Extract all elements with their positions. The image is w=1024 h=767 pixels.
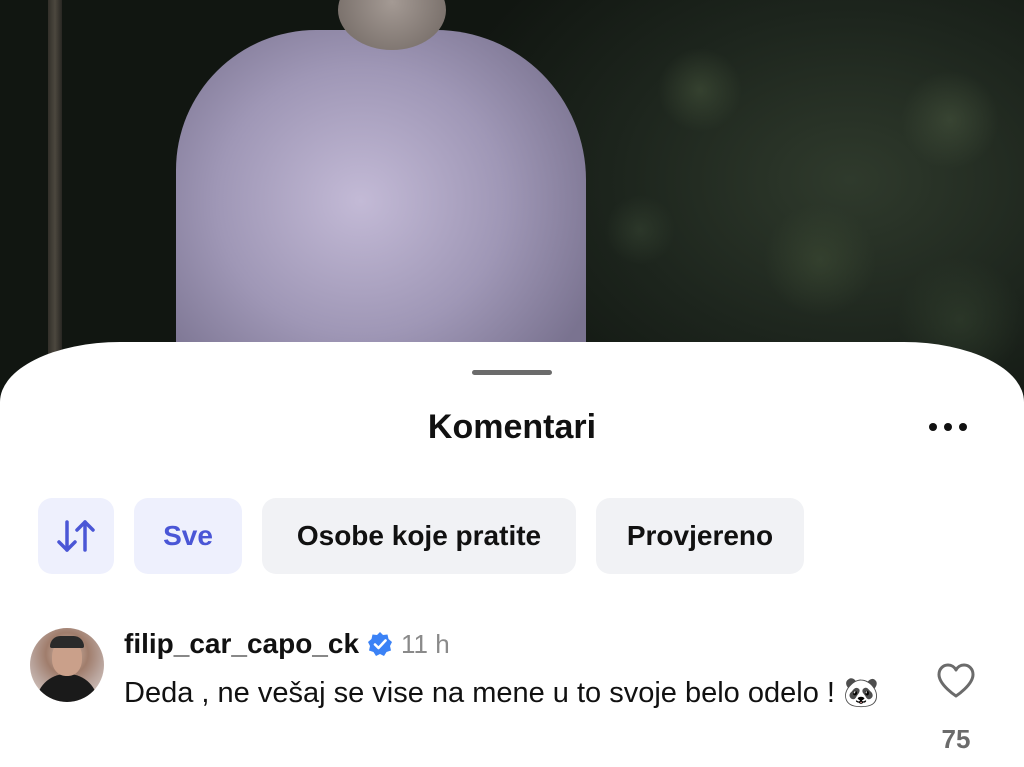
verified-badge-icon xyxy=(368,632,393,656)
comment-filters: Sve Osobe koje pratite Provjereno xyxy=(38,498,804,574)
heart-icon[interactable] xyxy=(936,662,976,700)
filter-following[interactable]: Osobe koje pratite xyxy=(262,498,576,574)
video-background[interactable] xyxy=(0,0,1024,400)
comment-meta: filip_car_capo_ck 11 h xyxy=(124,628,450,660)
comment-timestamp: 11 h xyxy=(401,628,450,659)
avatar-torso xyxy=(36,674,98,702)
comments-sheet: Komentari Sve Osobe koje pratite Provjer… xyxy=(0,342,1024,767)
background-pole xyxy=(48,0,62,400)
sheet-title: Komentari xyxy=(427,408,597,446)
filter-verified[interactable]: Provjereno xyxy=(596,498,804,574)
more-horizontal-icon xyxy=(929,423,967,431)
sort-up-down-icon xyxy=(57,520,95,552)
sheet-drag-handle[interactable] xyxy=(472,370,552,375)
filter-all[interactable]: Sve xyxy=(134,498,242,574)
sort-button[interactable] xyxy=(38,498,114,574)
avatar[interactable] xyxy=(30,628,104,702)
comment-username[interactable]: filip_car_capo_ck xyxy=(124,628,359,660)
more-options-button[interactable] xyxy=(920,412,976,442)
avatar-cap xyxy=(50,636,84,648)
comments-screen: Komentari Sve Osobe koje pratite Provjer… xyxy=(0,0,1024,767)
comment-text: Deda , ne vešaj se vise na mene u to svo… xyxy=(124,677,880,709)
like-count: 75 xyxy=(941,724,971,754)
